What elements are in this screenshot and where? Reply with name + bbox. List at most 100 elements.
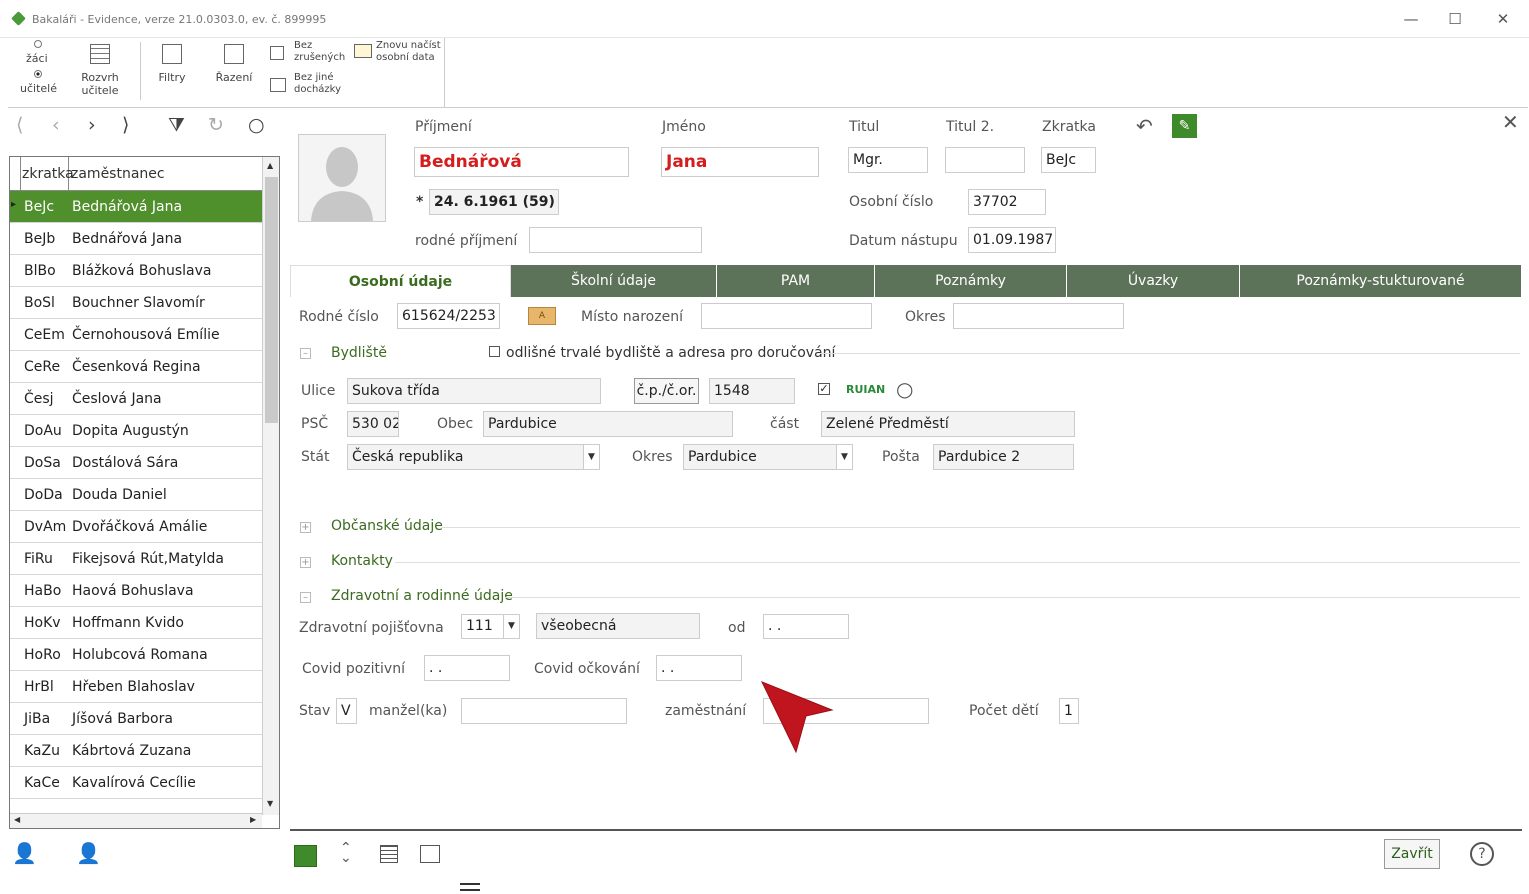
covid-ockovani-field[interactable]: . . xyxy=(656,655,742,681)
list-item[interactable]: Česj Česlová Jana xyxy=(10,383,263,415)
cp-field[interactable]: 1548 xyxy=(709,378,795,404)
horizontal-scrollbar[interactable]: ◀ ▶ xyxy=(10,813,262,828)
list-item[interactable]: BoSl Bouchner Slavomír xyxy=(10,287,263,319)
jmeno-field[interactable]: Jana xyxy=(661,147,819,177)
tab-skolni-udaje[interactable]: Školní údaje xyxy=(511,265,717,297)
osobni-cislo-field[interactable]: 37702 xyxy=(968,189,1046,215)
employee-list[interactable]: zkratka zaměstnanec BeJc Bednářová Jana ▸ B… xyxy=(9,156,280,829)
print-icon[interactable] xyxy=(420,845,440,863)
okres2-select[interactable]: Pardubice ▼ xyxy=(683,444,853,470)
remove-user-icon[interactable]: 👤 xyxy=(76,841,101,865)
posta-field[interactable]: Pardubice 2 xyxy=(933,444,1074,470)
list-item[interactable]: JiBa Jíšová Barbora xyxy=(10,703,263,735)
list-item[interactable]: KaZu Kábrtová Zuzana xyxy=(10,735,263,767)
list-item[interactable]: HrBl Hřeben Blahoslav xyxy=(10,671,263,703)
list-item[interactable]: DoDa Douda Daniel xyxy=(10,479,263,511)
cast-field[interactable]: Zelené Předměstí xyxy=(821,411,1075,437)
stav-field[interactable]: V xyxy=(336,698,357,724)
col-zkratka[interactable]: zkratka xyxy=(22,166,74,182)
help-icon[interactable]: ? xyxy=(1470,842,1494,866)
list-item[interactable]: DoAu Dopita Augustýn xyxy=(10,415,263,447)
prijmeni-field[interactable]: Bednářová xyxy=(414,147,629,177)
list-item[interactable]: DvAm Dvořáčková Amálie xyxy=(10,511,263,543)
obec-field[interactable]: Pardubice xyxy=(483,411,733,437)
list-item[interactable]: FiRu Fikejsová Rút,Matylda xyxy=(10,543,263,575)
resize-grip-icon[interactable] xyxy=(460,883,480,891)
list-item[interactable]: BeJb Bednářová Jana xyxy=(10,223,263,255)
tab-poznamky[interactable]: Poznámky xyxy=(875,265,1067,297)
razeni-button[interactable]: Řazení xyxy=(212,38,256,100)
psc-field[interactable]: 530 02 xyxy=(347,411,399,437)
zkratka-field[interactable]: BeJc xyxy=(1041,147,1096,173)
bydliste-section-title[interactable]: Bydliště xyxy=(331,345,387,361)
expand-obcanske-icon[interactable]: + xyxy=(300,522,311,533)
last-record-icon[interactable]: ⟩ xyxy=(122,115,129,135)
list-item[interactable]: BlBo Blážková Bohuslava xyxy=(10,255,263,287)
odlisne-checkbox[interactable] xyxy=(489,346,500,357)
search-address-icon[interactable]: ○ xyxy=(896,377,913,401)
list-item[interactable]: BeJc Bednářová Jana ▸ xyxy=(10,191,263,223)
vertical-scrollbar[interactable]: ▲ ▼ xyxy=(262,157,279,815)
rodne-prijmeni-field[interactable] xyxy=(529,227,702,253)
minimize-button[interactable]: — xyxy=(1396,8,1426,30)
ruian-checkbox[interactable]: ✓ xyxy=(818,383,830,395)
id-card-icon[interactable]: A xyxy=(528,307,556,325)
okres-field[interactable] xyxy=(953,303,1124,329)
collapse-zdravotni-icon[interactable]: – xyxy=(300,592,311,603)
prev-record-icon[interactable]: ‹ xyxy=(52,115,60,135)
chevron-down-icon[interactable]: ▼ xyxy=(583,445,599,469)
search-icon[interactable]: ○ xyxy=(248,115,265,135)
tab-osobni-udaje[interactable]: Osobní údaje xyxy=(290,265,511,297)
rozvrh-button[interactable]: Rozvrh učitele xyxy=(78,38,122,100)
edit-icon[interactable]: ✎ xyxy=(1172,114,1197,138)
collapse-bydliste-icon[interactable]: – xyxy=(300,348,311,359)
list-item[interactable]: CeEm Černohousová Emílie xyxy=(10,319,263,351)
list-item[interactable]: CeRe Česenková Regina xyxy=(10,351,263,383)
zdravotni-section-title[interactable]: Zdravotní a rodinné údaje xyxy=(331,588,513,604)
covid-pozitivni-field[interactable]: . . xyxy=(424,655,510,681)
expand-collapse-icon[interactable]: ⌃ ⌄ xyxy=(340,841,352,865)
close-panel-icon[interactable]: ✕ xyxy=(1502,110,1519,134)
manzel-field[interactable] xyxy=(461,698,627,724)
expand-kontakty-icon[interactable]: + xyxy=(300,557,311,568)
next-record-icon[interactable]: › xyxy=(88,115,96,135)
list-view-icon[interactable] xyxy=(380,845,398,863)
obcanske-section-title[interactable]: Občanské údaje xyxy=(331,518,443,534)
pocet-deti-field[interactable]: 1 xyxy=(1059,698,1079,724)
zavrit-button[interactable]: Zavřít xyxy=(1384,839,1440,869)
radio-zaci[interactable] xyxy=(34,40,42,48)
scroll-thumb[interactable] xyxy=(265,177,278,423)
znovu-nacist-button[interactable]: Znovu načíst osobní data xyxy=(354,40,442,68)
tab-pam[interactable]: PAM xyxy=(717,265,875,297)
kontakty-section-title[interactable]: Kontakty xyxy=(331,553,393,569)
filtry-button[interactable]: Filtry xyxy=(152,38,192,100)
ulice-field[interactable]: Sukova třída xyxy=(347,378,601,404)
bez-jine-dochazky-button[interactable]: Bez jiné docházky xyxy=(270,72,348,100)
od-date-field[interactable]: . . xyxy=(763,614,849,639)
close-window-button[interactable]: ✕ xyxy=(1488,8,1518,30)
scroll-right-icon[interactable]: ▶ xyxy=(250,815,256,824)
list-item[interactable]: KaCe Kavalírová Cecílie xyxy=(10,767,263,799)
col-zamestnanec[interactable]: zaměstnanec xyxy=(71,166,165,182)
filter-icon[interactable]: ⧩ xyxy=(168,115,185,135)
list-item[interactable]: HoKv Hoffmann Kvido xyxy=(10,607,263,639)
list-item[interactable]: HaBo Haová Bohuslava xyxy=(10,575,263,607)
add-user-icon[interactable]: 👤 xyxy=(12,841,37,865)
maximize-button[interactable]: ☐ xyxy=(1440,8,1470,30)
radio-ucitele[interactable] xyxy=(34,70,42,78)
rodne-cislo-field[interactable]: 615624/2253 xyxy=(397,303,500,329)
tab-uvazky[interactable]: Úvazky xyxy=(1067,265,1240,297)
bez-zrusenych-button[interactable]: Bez zrušených xyxy=(270,40,348,68)
titul2-field[interactable] xyxy=(945,147,1025,173)
titul-field[interactable]: Mgr. xyxy=(848,147,928,173)
employee-photo[interactable] xyxy=(298,134,386,222)
stat-select[interactable]: Česká republika ▼ xyxy=(347,444,600,470)
birth-date-field[interactable]: 24. 6.1961 (59) xyxy=(429,189,559,215)
scroll-down-icon[interactable]: ▼ xyxy=(267,799,273,808)
scroll-left-icon[interactable]: ◀ xyxy=(14,815,20,824)
refresh-icon[interactable]: ↻ xyxy=(208,115,224,135)
camera-icon[interactable] xyxy=(294,845,317,867)
tab-poznamky-strukturovane[interactable]: Poznámky-stukturované xyxy=(1240,265,1522,297)
chevron-down-icon[interactable]: ▼ xyxy=(836,445,852,469)
datum-nastupu-field[interactable]: 01.09.1987 xyxy=(968,227,1056,253)
